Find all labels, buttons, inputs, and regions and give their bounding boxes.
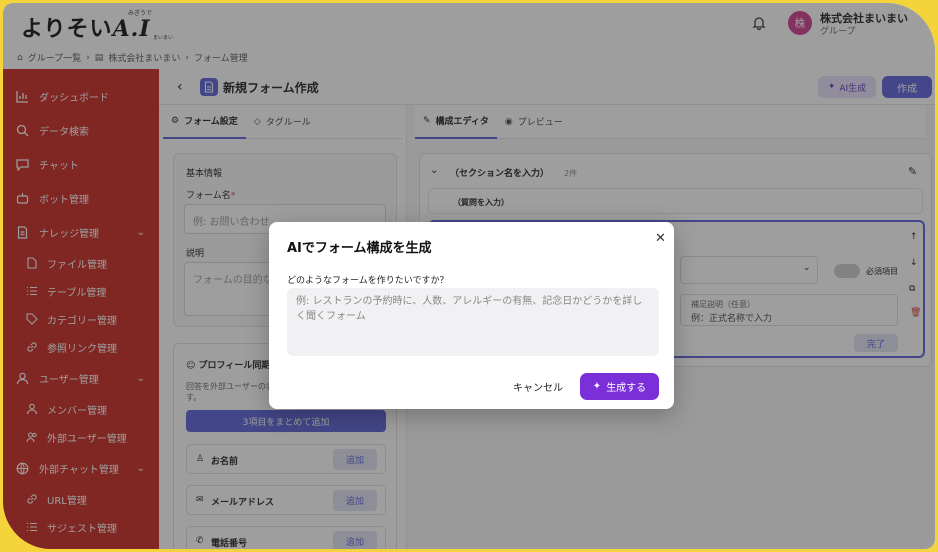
dialog-title: AIでフォーム構成を生成 xyxy=(287,241,432,256)
app-frame: よりそいA.I みぎうで まいまい 株 株式会社まいまい グループ ⌂ グループ… xyxy=(3,3,935,549)
ai-generate-dialog: AIでフォーム構成を生成 ✕ どのようなフォームを作りたいですか？ 例: レスト… xyxy=(269,222,674,409)
generate-button[interactable]: ✦ 生成する xyxy=(580,373,659,400)
cancel-button[interactable]: キャンセル xyxy=(505,373,571,400)
prompt-textarea[interactable]: 例: レストランの予約時に、人数、アレルギーの有無、記念日かどうかを詳しく聞くフ… xyxy=(287,288,659,356)
prompt-label: どのようなフォームを作りたいですか？ xyxy=(287,276,449,286)
sparkle-icon: ✦ xyxy=(592,381,602,392)
generate-label: 生成する xyxy=(606,383,647,394)
close-icon[interactable]: ✕ xyxy=(655,231,666,246)
